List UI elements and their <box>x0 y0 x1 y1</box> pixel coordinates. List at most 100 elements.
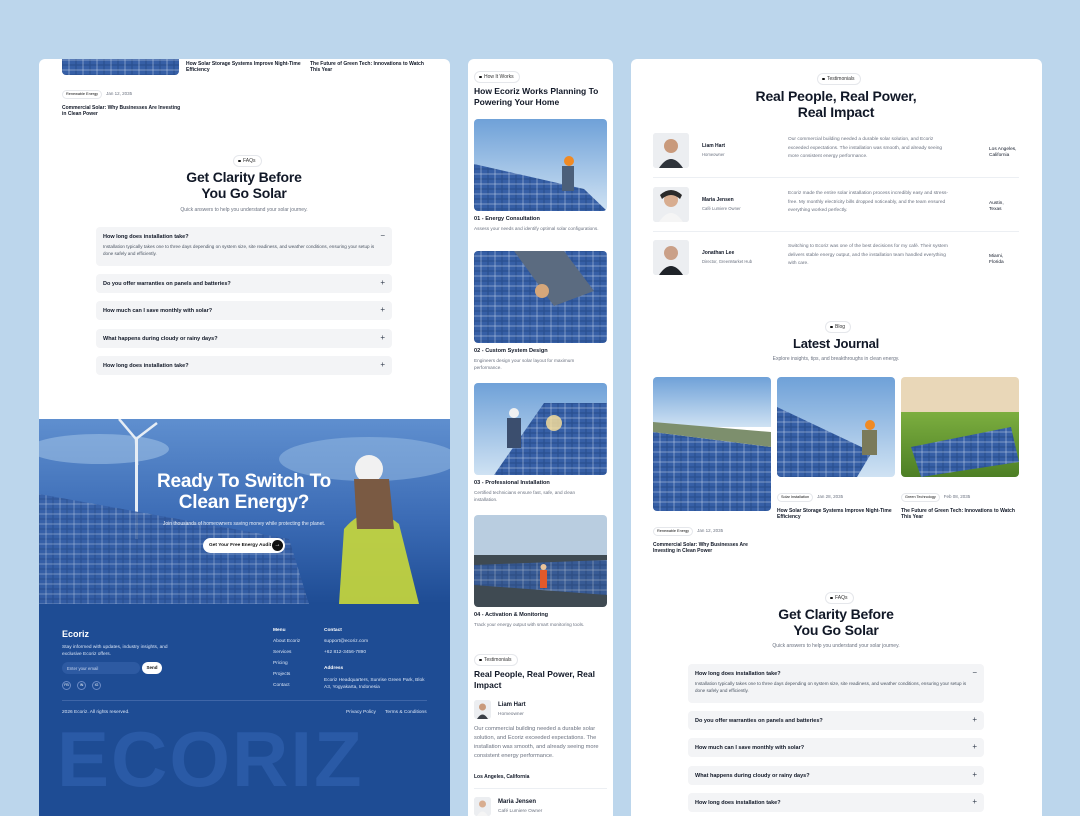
blog-title-3[interactable]: The Future of Green Tech: Innovations to… <box>310 61 425 74</box>
blog-date: Feb 08, 2035 <box>943 494 971 499</box>
contact-email[interactable]: support@ecoriz.com <box>324 639 368 644</box>
blog-title[interactable]: The Future of Green Tech: Innovations to… <box>901 508 1021 521</box>
step-title: 04 - Activation & Monitoring <box>474 612 549 618</box>
avatar-jonathan <box>653 240 689 275</box>
blog-tag: Solar Installation <box>777 492 814 502</box>
minus-icon[interactable]: − <box>380 232 385 240</box>
blog-image-2[interactable] <box>777 377 895 477</box>
plus-icon[interactable]: + <box>380 361 385 369</box>
cta-title: Ready To Switch To Clean Energy? <box>156 471 332 513</box>
faq-item[interactable]: How long does installation take? + <box>96 356 392 375</box>
testimonial-location: Miami, Florida <box>989 254 1004 265</box>
faq-item[interactable]: How long does installation take? + <box>688 793 984 812</box>
faq-item[interactable]: What happens during cloudy or rainy days… <box>96 329 392 348</box>
avatar-maria <box>474 797 491 816</box>
footer-brand[interactable]: Ecoriz <box>62 629 89 639</box>
email-placeholder: Enter your email <box>67 665 99 671</box>
testimonial-location: Los Angeles, California <box>989 147 1017 158</box>
blog-card-2[interactable]: Solar Installation Jan 28, 2035 How Solar… <box>777 485 897 521</box>
cta-footer-section: Ready To Switch To Clean Energy? Join tho… <box>39 419 450 816</box>
cta-subtitle: Join thousands of homeowners saving mone… <box>162 521 326 527</box>
faq-item[interactable]: What happens during cloudy or rainy days… <box>688 766 984 785</box>
menu-link-pricing[interactable]: Pricing <box>273 661 288 666</box>
address-title: Address <box>324 666 344 671</box>
faq-question: How much can I save monthly with solar? <box>695 745 805 751</box>
divider <box>474 788 607 789</box>
avatar-maria <box>653 187 689 222</box>
faq-item-open[interactable]: How long does installation take? − Insta… <box>96 227 392 266</box>
faq-item[interactable]: How much can I save monthly with solar? … <box>688 738 984 757</box>
menu-link-services[interactable]: Services <box>273 650 291 655</box>
footer-divider <box>62 700 427 701</box>
blog-tag: Green Technology <box>901 492 940 502</box>
faq-item-open[interactable]: How long does installation take? − Insta… <box>688 664 984 703</box>
blog-tag: Renewable Energy <box>62 89 103 99</box>
testimonial-role: Café Lumiere Owner <box>702 206 741 211</box>
testimonials-pill: Testimonials <box>817 73 861 85</box>
blog-title[interactable]: Commercial Solar: Why Businesses Are Inv… <box>62 105 182 118</box>
solar-panel-image <box>62 59 179 75</box>
step-image-3 <box>474 383 607 475</box>
plus-icon[interactable]: + <box>972 798 977 806</box>
minus-icon[interactable]: − <box>972 669 977 677</box>
plus-icon[interactable]: + <box>380 334 385 342</box>
faq-question: What happens during cloudy or rainy days… <box>695 773 810 779</box>
step-image-1 <box>474 119 607 211</box>
menu-link-projects[interactable]: Projects <box>273 672 290 677</box>
email-input[interactable]: Enter your email <box>62 662 140 674</box>
instagram-icon[interactable]: IG <box>92 681 101 690</box>
testimonials-heading: Real People, Real Power, Real Impact <box>755 88 917 120</box>
faq-question: How long does installation take? <box>695 671 781 677</box>
faq-question: Do you offer warranties on panels and ba… <box>695 718 823 724</box>
faq-question: What happens during cloudy or rainy days… <box>103 336 218 342</box>
how-title: How Ecoriz Works Planning To Powering Yo… <box>474 86 599 107</box>
contact-title: Contact <box>324 628 342 633</box>
faq-subtitle: Quick answers to help you understand you… <box>180 207 308 213</box>
terms-link[interactable]: Terms & Conditions <box>385 710 427 715</box>
panel-left: Renewable Energy Jan 12, 2035 Commercial … <box>39 59 450 816</box>
menu-title: Menu <box>273 628 286 633</box>
contact-phone[interactable]: +62 812-3456-7890 <box>324 650 366 655</box>
blog-date: Jan 12, 2035 <box>697 528 724 533</box>
faq-item[interactable]: Do you offer warranties on panels and ba… <box>688 711 984 730</box>
blog-image-1[interactable] <box>62 59 179 75</box>
blog-title-2[interactable]: How Solar Storage Systems Improve Night-… <box>186 61 301 74</box>
testimonial-location: Austin, Texas <box>989 201 1004 212</box>
blog-card-1[interactable]: Renewable Energy Jan 12, 2035 Commercial … <box>653 519 771 555</box>
step-image-2 <box>474 251 607 343</box>
faq-item[interactable]: Do you offer warranties on panels and ba… <box>96 274 392 293</box>
testimonial-location: Los Angeles, California <box>474 774 530 780</box>
blog-image-1[interactable] <box>653 377 771 511</box>
facebook-icon[interactable]: FB <box>62 681 71 690</box>
menu-link-about[interactable]: About Ecoriz <box>273 639 300 644</box>
faq-subtitle: Quick answers to help you understand you… <box>772 643 900 649</box>
linkedin-icon[interactable]: IN <box>77 681 86 690</box>
panel-mobile: How It Works How Ecoriz Works Planning T… <box>468 59 613 816</box>
menu-link-contact[interactable]: Contact <box>273 683 290 688</box>
blog-title[interactable]: Commercial Solar: Why Businesses Are Inv… <box>653 542 771 555</box>
blog-card-3[interactable]: Green Technology Feb 08, 2035 The Future … <box>901 485 1021 521</box>
plus-icon[interactable]: + <box>380 306 385 314</box>
blog-subtitle: Explore insights, tips, and breakthrough… <box>772 356 900 362</box>
plus-icon[interactable]: + <box>972 743 977 751</box>
faq-title: Get Clarity Before You Go Solar <box>778 606 894 638</box>
step-title: 03 - Professional Installation <box>474 480 550 486</box>
step-image-4 <box>474 515 607 607</box>
energy-audit-label: Get Your Free Energy Audit <box>209 542 272 548</box>
plus-icon[interactable]: + <box>972 771 977 779</box>
blog-title[interactable]: How Solar Storage Systems Improve Night-… <box>777 508 897 521</box>
plus-icon[interactable]: + <box>380 279 385 287</box>
step-desc: Assess your needs and identify optimal s… <box>474 226 599 231</box>
faq-question: How long does installation take? <box>103 234 189 240</box>
testimonial-role: Director, GreenMarket Hub <box>702 259 753 264</box>
blog-card-1[interactable]: Renewable Energy Jan 12, 2035 Commercial … <box>62 82 182 118</box>
send-button[interactable]: Send <box>142 662 162 674</box>
blog-image-3[interactable] <box>901 377 1019 477</box>
testimonial-name: Maria Jensen <box>702 197 734 203</box>
energy-audit-button[interactable]: Get Your Free Energy Audit → <box>203 538 285 553</box>
faq-item[interactable]: How much can I save monthly with solar? … <box>96 301 392 320</box>
plus-icon[interactable]: + <box>972 716 977 724</box>
blog-pill: Blog <box>825 321 852 333</box>
how-pill: How It Works <box>474 71 520 83</box>
faq-pill: FAQs <box>233 155 262 167</box>
